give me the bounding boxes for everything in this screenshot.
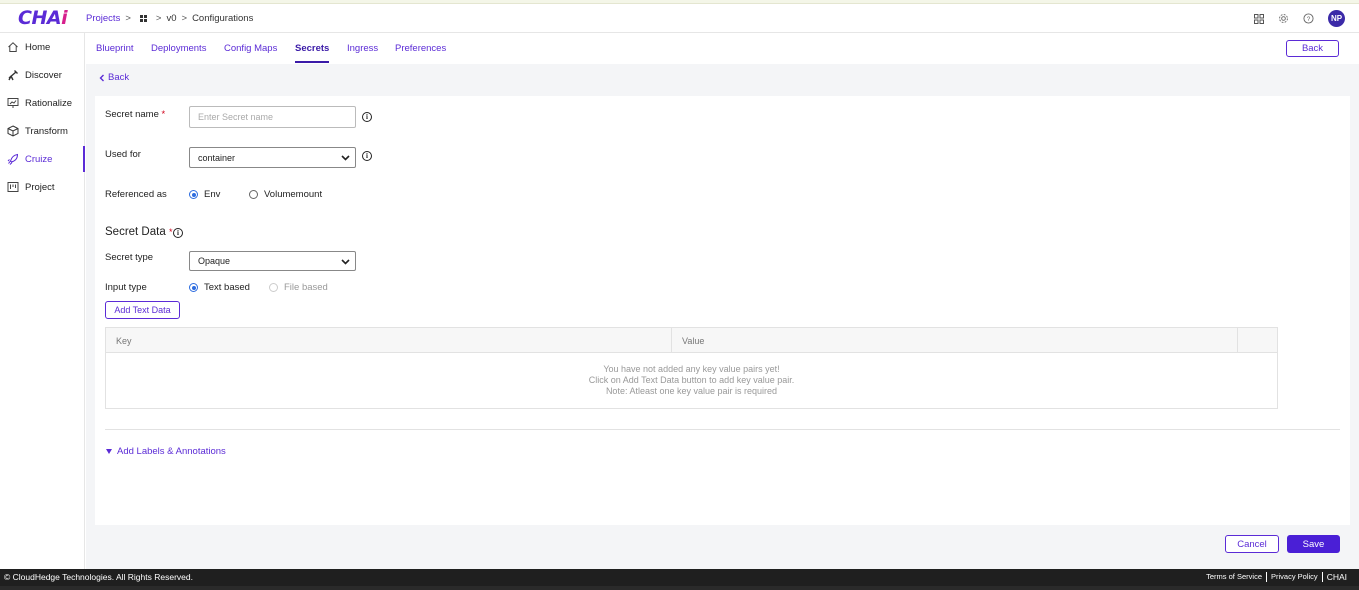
back-link[interactable]: Back xyxy=(99,72,129,83)
tab-ingress[interactable]: Ingress xyxy=(347,43,378,54)
sidebar: Home Discover Rationalize Transform Crui… xyxy=(0,33,85,569)
input-type-file-label: File based xyxy=(284,282,328,293)
secret-name-label: Secret name * xyxy=(105,109,166,120)
section-divider xyxy=(105,429,1340,430)
breadcrumb-current: Configurations xyxy=(192,13,254,24)
tab-secrets[interactable]: Secrets xyxy=(295,43,330,63)
empty-state-line: Click on Add Text Data button to add key… xyxy=(588,375,795,385)
breadcrumb-separator: > xyxy=(155,13,162,24)
breadcrumb-version[interactable]: v0 xyxy=(166,13,176,24)
presentation-chart-icon xyxy=(7,98,19,108)
add-labels-annotations-toggle[interactable]: Add Labels & Annotations xyxy=(106,446,226,457)
gear-icon[interactable] xyxy=(1278,13,1289,24)
referenced-as-label: Referenced as xyxy=(105,189,167,200)
key-value-table: Key Value You have not added any key val… xyxy=(105,327,1278,409)
chevron-left-icon xyxy=(99,74,104,81)
used-for-value: container xyxy=(198,152,236,163)
table-header: Key Value xyxy=(106,328,1277,353)
column-header-value: Value xyxy=(672,328,1238,353)
secret-data-info-icon[interactable]: i xyxy=(173,228,183,238)
footer-privacy-link[interactable]: Privacy Policy xyxy=(1267,572,1323,582)
back-button[interactable]: Back xyxy=(1286,40,1339,57)
chai-logo[interactable]: CHAi xyxy=(18,7,68,29)
tab-deployments[interactable]: Deployments xyxy=(151,43,206,54)
home-icon xyxy=(8,42,18,52)
chevron-down-icon xyxy=(341,259,350,265)
input-type-file-radio xyxy=(269,283,278,292)
empty-state-line: Note: Atleast one key value pair is requ… xyxy=(605,386,778,396)
tab-preferences[interactable]: Preferences xyxy=(395,43,446,54)
referenced-volumemount-label[interactable]: Volumemount xyxy=(264,189,322,200)
cancel-button[interactable]: Cancel xyxy=(1225,535,1279,553)
input-type-text-radio[interactable] xyxy=(189,283,198,292)
caret-down-icon xyxy=(106,449,112,454)
empty-state-line: You have not added any key value pairs y… xyxy=(603,364,780,374)
secret-name-info-icon[interactable]: i xyxy=(362,112,372,122)
secret-data-title: Secret Data * xyxy=(105,226,173,238)
apps-grid-icon[interactable] xyxy=(1254,13,1264,24)
breadcrumb-separator: > xyxy=(125,13,131,24)
footer: © CloudHedge Technologies. All Rights Re… xyxy=(0,569,1359,586)
input-type-label: Input type xyxy=(105,282,147,293)
table-empty-state: You have not added any key value pairs y… xyxy=(106,364,1277,397)
breadcrumb-separator: > xyxy=(181,13,188,24)
footer-copyright: © CloudHedge Technologies. All Rights Re… xyxy=(4,572,193,582)
sidebar-item-home[interactable]: Home xyxy=(0,33,84,61)
referenced-env-radio[interactable] xyxy=(189,190,198,199)
cube-icon xyxy=(7,125,19,137)
breadcrumb-projects[interactable]: Projects xyxy=(86,13,120,24)
project-grid-icon[interactable] xyxy=(139,15,147,22)
sidebar-item-label: Rationalize xyxy=(25,97,72,109)
bottom-bar xyxy=(0,586,1359,590)
sidebar-item-label: Transform xyxy=(25,125,68,137)
referenced-env-label[interactable]: Env xyxy=(204,189,220,200)
sidebar-item-cruize[interactable]: Cruize xyxy=(0,145,85,173)
save-button[interactable]: Save xyxy=(1287,535,1340,553)
back-link-label: Back xyxy=(108,72,130,83)
secret-name-input[interactable]: Enter Secret name xyxy=(189,106,356,128)
telescope-icon xyxy=(8,70,18,81)
tab-config-maps[interactable]: Config Maps xyxy=(224,43,277,54)
used-for-select[interactable]: container xyxy=(189,147,356,168)
used-for-info-icon[interactable]: i xyxy=(362,151,372,161)
used-for-label: Used for xyxy=(105,149,141,160)
chevron-down-icon xyxy=(341,155,350,161)
sidebar-item-label: Cruize xyxy=(25,153,53,165)
sidebar-item-discover[interactable]: Discover xyxy=(0,61,84,89)
tab-blueprint[interactable]: Blueprint xyxy=(96,43,134,54)
secret-type-label: Secret type xyxy=(105,252,154,263)
app-header: CHAi Projects > > v0 > Configurations ? … xyxy=(0,4,1359,33)
referenced-volumemount-radio[interactable] xyxy=(249,190,258,199)
breadcrumb: Projects > > v0 > Configurations xyxy=(86,13,253,24)
footer-terms-link[interactable]: Terms of Service xyxy=(1202,572,1267,582)
secret-type-select[interactable]: Opaque xyxy=(189,251,356,271)
footer-chai-link[interactable]: CHAI xyxy=(1323,572,1351,582)
sidebar-item-label: Discover xyxy=(25,69,62,81)
column-header-key: Key xyxy=(106,328,672,353)
input-type-text-label[interactable]: Text based xyxy=(204,282,250,293)
config-tabs: Blueprint Deployments Config Maps Secret… xyxy=(86,33,1359,64)
help-icon[interactable]: ? xyxy=(1303,13,1314,24)
avatar[interactable]: NP xyxy=(1328,10,1345,27)
sidebar-item-transform[interactable]: Transform xyxy=(0,117,84,145)
rocket-icon xyxy=(7,153,19,165)
add-labels-annotations-label: Add Labels & Annotations xyxy=(117,446,226,457)
sidebar-item-label: Home xyxy=(25,41,51,53)
svg-text:?: ? xyxy=(1307,16,1311,23)
sidebar-item-rationalize[interactable]: Rationalize xyxy=(0,89,84,117)
sidebar-item-project[interactable]: Project xyxy=(0,173,84,201)
kanban-icon xyxy=(7,182,19,192)
add-text-data-button[interactable]: Add Text Data xyxy=(105,301,180,319)
secret-type-value: Opaque xyxy=(198,256,231,266)
sidebar-item-label: Project xyxy=(25,181,55,193)
